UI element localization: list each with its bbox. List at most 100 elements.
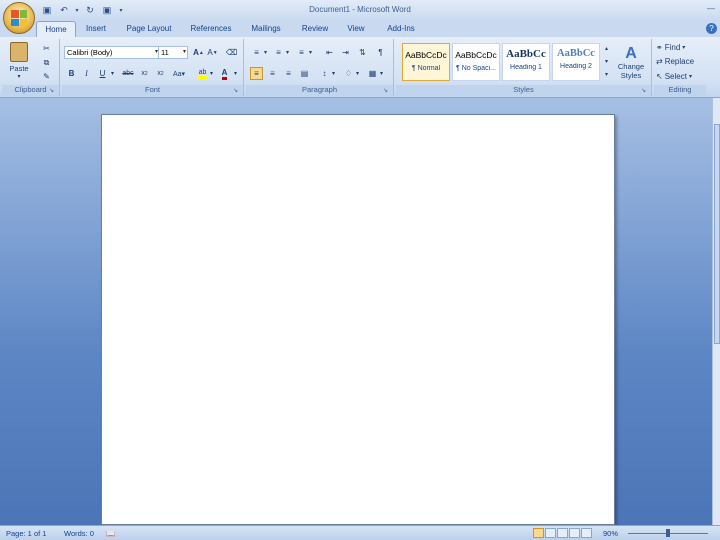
style-heading-1[interactable]: AaBbCc Heading 1 bbox=[502, 43, 550, 81]
styles-more-icon[interactable]: ▾ bbox=[602, 68, 611, 80]
font-group: Calibri (Body) ▾ 11 ▾ A ▲ A ▼ ⌫ B I U ▾ abc … bbox=[62, 39, 244, 96]
font-color-icon[interactable]: A bbox=[218, 67, 231, 80]
cut-icon[interactable]: ✂ bbox=[40, 42, 53, 55]
styles-scroll-up-icon[interactable]: ▴ bbox=[602, 42, 611, 54]
paste-button[interactable]: Paste ▾ bbox=[6, 41, 32, 81]
align-center-icon[interactable]: ≡ bbox=[266, 67, 279, 80]
styles-scroll-down-icon[interactable]: ▾ bbox=[602, 55, 611, 67]
office-logo-icon bbox=[11, 10, 27, 26]
clear-formatting-icon[interactable]: ⌫ bbox=[225, 46, 238, 59]
paragraph-launcher-icon[interactable]: ↘ bbox=[383, 87, 391, 95]
vertical-scrollbar[interactable] bbox=[712, 98, 720, 525]
help-icon[interactable]: ? bbox=[706, 23, 717, 34]
shrink-font-icon[interactable]: A ▼ bbox=[206, 46, 219, 59]
highlight-dropdown-icon[interactable]: ▾ bbox=[208, 67, 215, 80]
line-spacing-dropdown-icon[interactable]: ▾ bbox=[330, 67, 337, 80]
font-color-dropdown-icon[interactable]: ▾ bbox=[232, 67, 239, 80]
status-bar: Page: 1 of 1 Words: 0 📖 90% bbox=[0, 525, 720, 540]
document-area bbox=[0, 98, 712, 525]
editing-group: ⚭ Find ▾ ⇄ Replace ↖ Select ▾ Editing bbox=[654, 39, 706, 96]
superscript-button[interactable]: x2 bbox=[154, 67, 167, 80]
bold-button[interactable]: B bbox=[65, 67, 78, 80]
style-normal[interactable]: AaBbCcDc ¶ Normal bbox=[402, 43, 450, 81]
replace-icon: ⇄ bbox=[656, 57, 663, 66]
strikethrough-button[interactable]: abc bbox=[120, 67, 136, 80]
window-controls: — bbox=[704, 2, 718, 15]
web-layout-view-icon[interactable] bbox=[557, 528, 568, 538]
ribbon: Paste ▾ ✂ ⧉ ✎ Clipboard ↘ Calibri (Body)… bbox=[0, 37, 720, 98]
change-styles-button[interactable]: A Change Styles bbox=[614, 41, 648, 83]
select-button[interactable]: ↖ Select ▾ bbox=[656, 70, 692, 83]
underline-dropdown-icon[interactable]: ▾ bbox=[109, 67, 116, 80]
document-page[interactable] bbox=[101, 114, 615, 525]
paragraph-group: ≡ ▾ ≡ ▾ ≡ ▾ ⇤ ⇥ ⇅ ¶ ≡ ≡ ≡ ▤ ↕ ▾ ♢ ▾ ▦ ▾ … bbox=[246, 39, 394, 96]
format-painter-icon[interactable]: ✎ bbox=[40, 70, 53, 83]
paste-icon bbox=[10, 42, 28, 62]
tab-mailings[interactable]: Mailings bbox=[244, 21, 288, 37]
title-bar: ▣ ↶ ▾ ↻ ▣ ▾ Document1 - Microsoft Word — bbox=[0, 0, 720, 20]
change-case-button[interactable]: Aa▾ bbox=[170, 67, 188, 80]
clipboard-launcher-icon[interactable]: ↘ bbox=[49, 87, 57, 95]
window-title: Document1 - Microsoft Word bbox=[309, 5, 411, 14]
styles-launcher-icon[interactable]: ↘ bbox=[641, 87, 649, 95]
show-hide-icon[interactable]: ¶ bbox=[374, 46, 387, 59]
cursor-icon: ↖ bbox=[656, 72, 663, 81]
numbering-dropdown-icon[interactable]: ▾ bbox=[284, 46, 291, 59]
font-name-combo[interactable]: Calibri (Body) ▾ bbox=[64, 46, 160, 59]
tab-references[interactable]: References bbox=[186, 21, 236, 37]
page-count[interactable]: Page: 1 of 1 bbox=[6, 529, 46, 538]
italic-button[interactable]: I bbox=[80, 67, 93, 80]
copy-icon[interactable]: ⧉ bbox=[40, 56, 53, 69]
align-left-icon[interactable]: ≡ bbox=[250, 67, 263, 80]
replace-button[interactable]: ⇄ Replace bbox=[656, 55, 694, 68]
grow-font-icon[interactable]: A ▲ bbox=[192, 46, 205, 59]
tab-insert[interactable]: Insert bbox=[80, 21, 112, 37]
justify-icon[interactable]: ▤ bbox=[298, 67, 311, 80]
align-right-icon[interactable]: ≡ bbox=[282, 67, 295, 80]
find-button[interactable]: ⚭ Find ▾ bbox=[656, 41, 685, 54]
full-screen-reading-view-icon[interactable] bbox=[545, 528, 556, 538]
borders-dropdown-icon[interactable]: ▾ bbox=[378, 67, 385, 80]
bullets-dropdown-icon[interactable]: ▾ bbox=[262, 46, 269, 59]
multilevel-dropdown-icon[interactable]: ▾ bbox=[307, 46, 314, 59]
font-size-combo[interactable]: 11 ▾ bbox=[158, 46, 188, 59]
increase-indent-icon[interactable]: ⇥ bbox=[339, 46, 352, 59]
underline-button[interactable]: U bbox=[96, 67, 109, 80]
styles-group: AaBbCcDc ¶ Normal AaBbCcDc ¶ No Spaci...… bbox=[396, 39, 652, 96]
tab-home[interactable]: Home bbox=[36, 21, 76, 37]
tab-view[interactable]: View bbox=[340, 21, 372, 37]
tab-add-ins[interactable]: Add-Ins bbox=[380, 21, 422, 37]
font-group-label: Font bbox=[62, 85, 243, 96]
chevron-down-icon: ▾ bbox=[182, 49, 186, 55]
sort-icon[interactable]: ⇅ bbox=[356, 46, 369, 59]
paragraph-group-label: Paragraph bbox=[246, 85, 393, 96]
chevron-down-icon: ▾ bbox=[688, 74, 692, 80]
scrollbar-thumb[interactable] bbox=[714, 124, 720, 344]
font-launcher-icon[interactable]: ↘ bbox=[233, 87, 241, 95]
styles-group-label: Styles bbox=[396, 85, 651, 96]
ribbon-tabs: Home Insert Page Layout References Maili… bbox=[0, 20, 720, 37]
print-layout-view-icon[interactable] bbox=[533, 528, 544, 538]
decrease-indent-icon[interactable]: ⇤ bbox=[323, 46, 336, 59]
binoculars-icon: ⚭ bbox=[656, 43, 663, 52]
subscript-button[interactable]: x2 bbox=[138, 67, 151, 80]
tab-review[interactable]: Review bbox=[296, 21, 334, 37]
proofing-icon[interactable]: 📖 bbox=[106, 529, 115, 538]
view-buttons bbox=[533, 528, 592, 538]
editing-group-label: Editing bbox=[654, 85, 706, 96]
change-styles-icon: A bbox=[625, 44, 637, 62]
chevron-down-icon: ▾ bbox=[682, 45, 686, 51]
paste-dropdown-icon: ▾ bbox=[17, 74, 21, 80]
style-heading-2[interactable]: AaBbCc Heading 2 bbox=[552, 43, 600, 81]
office-button[interactable] bbox=[3, 2, 35, 34]
shading-dropdown-icon[interactable]: ▾ bbox=[354, 67, 361, 80]
zoom-level[interactable]: 90% bbox=[603, 529, 618, 538]
clipboard-group: Paste ▾ ✂ ⧉ ✎ Clipboard ↘ bbox=[2, 39, 60, 96]
minimize-icon[interactable]: — bbox=[704, 2, 718, 15]
style-no-spacing[interactable]: AaBbCcDc ¶ No Spaci... bbox=[452, 43, 500, 81]
tab-page-layout[interactable]: Page Layout bbox=[120, 21, 178, 37]
zoom-slider-thumb[interactable] bbox=[666, 529, 670, 537]
outline-view-icon[interactable] bbox=[569, 528, 580, 538]
draft-view-icon[interactable] bbox=[581, 528, 592, 538]
word-count[interactable]: Words: 0 bbox=[64, 529, 94, 538]
